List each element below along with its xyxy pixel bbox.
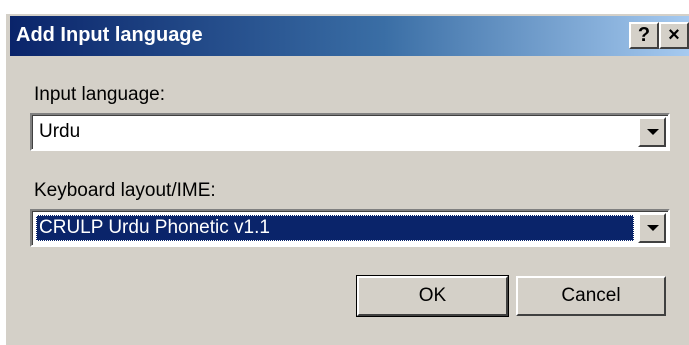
keyboard-layout-value: CRULP Urdu Phonetic v1.1 <box>36 215 634 241</box>
input-language-value: Urdu <box>39 121 81 142</box>
input-language-label: Input language: <box>34 84 166 105</box>
keyboard-layout-dropdown[interactable]: CRULP Urdu Phonetic v1.1 <box>30 209 670 247</box>
close-button[interactable]: × <box>659 22 689 49</box>
chevron-down-icon[interactable] <box>638 117 666 147</box>
chevron-down-icon[interactable] <box>638 213 666 243</box>
cancel-button[interactable]: Cancel <box>516 276 666 316</box>
title-bar[interactable]: Add Input language ? × <box>10 16 689 56</box>
ok-button[interactable]: OK <box>356 275 509 317</box>
input-language-dropdown[interactable]: Urdu <box>30 113 670 151</box>
keyboard-layout-label: Keyboard layout/IME: <box>34 180 216 201</box>
help-button[interactable]: ? <box>629 22 659 49</box>
dialog-title: Add Input language <box>16 24 203 46</box>
close-icon: × <box>668 24 680 46</box>
help-icon: ? <box>637 24 651 46</box>
